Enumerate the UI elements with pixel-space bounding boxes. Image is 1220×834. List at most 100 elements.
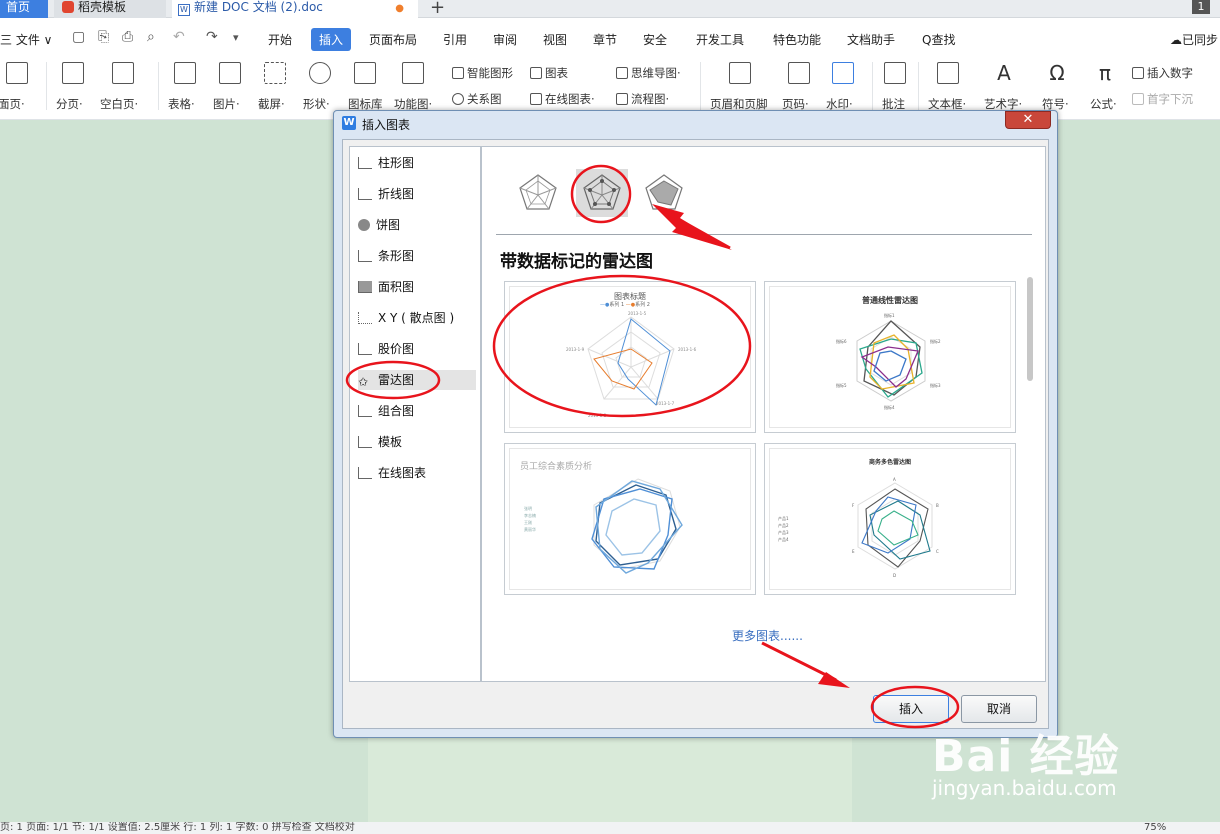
chart-category-list: 柱形图 折线图 饼图 条形图 面积图 X Y ( 散点图 ) 股价图 ✩ 雷达图 …: [349, 146, 481, 682]
subtype-radar[interactable]: [512, 169, 564, 217]
drop-cap-button[interactable]: 首字下沉: [1132, 91, 1193, 107]
menu-page-layout[interactable]: 页面布局: [369, 31, 417, 48]
header-footer-button[interactable]: 页眉和页脚: [710, 62, 768, 111]
file-menu[interactable]: 三 文件 ∨: [0, 31, 52, 48]
scrollbar-thumb[interactable]: [1027, 277, 1033, 381]
menu-reference[interactable]: 引用: [443, 31, 467, 48]
radar-with-markers-subtype-icon: [583, 174, 621, 210]
radar-thumbnail-chart: [857, 482, 933, 570]
cover-page-button[interactable]: 面页·: [0, 62, 34, 111]
menu-doc-assistant[interactable]: 文档助手: [847, 31, 895, 48]
tab-daoke-label: 稻壳模板: [78, 0, 127, 14]
menu-insert[interactable]: 插入: [311, 28, 352, 51]
icon-library-button[interactable]: 图标库: [348, 62, 383, 111]
chart-button[interactable]: 图表: [530, 65, 568, 81]
stock-chart-icon: [358, 343, 372, 355]
shapes-label: 形状·: [303, 97, 330, 111]
insert-button[interactable]: 插入: [873, 695, 949, 723]
category-column[interactable]: 柱形图: [358, 153, 476, 173]
page-number-button[interactable]: 页码·: [782, 62, 816, 111]
thumbnail-frame: 普通线性雷达图 指标1 指标2 指标3 指标4 指标5 指标6: [769, 286, 1011, 428]
flowchart-icon: [616, 93, 628, 105]
quick-access-dropdown-icon[interactable]: ▾: [233, 31, 239, 44]
redo-icon[interactable]: ↷: [206, 29, 218, 45]
more-charts-link[interactable]: 更多图表......: [732, 627, 803, 644]
separator: [872, 62, 873, 110]
undo-icon[interactable]: ↶: [173, 29, 185, 45]
menu-features[interactable]: 特色功能: [773, 31, 821, 48]
menu-review[interactable]: 审阅: [493, 31, 517, 48]
category-template[interactable]: 模板: [358, 432, 476, 452]
template-thumbnail-4[interactable]: 商务多色雷达图 产品1 产品2 产品3 产品4 A B C D E F: [764, 443, 1016, 595]
flowchart-label: 流程图·: [631, 92, 670, 106]
category-scatter[interactable]: X Y ( 散点图 ): [358, 308, 476, 328]
page-break-button[interactable]: 分页·: [56, 62, 90, 111]
picture-button[interactable]: 图片·: [213, 62, 247, 111]
tab-document[interactable]: W 新建 DOC 文档 (2).doc ●: [172, 0, 418, 18]
category-bar[interactable]: 条形图: [358, 246, 476, 266]
tab-home[interactable]: 首页: [0, 0, 48, 18]
cloud-sync-status[interactable]: ☁已同步: [1170, 31, 1218, 48]
category-stock[interactable]: 股价图: [358, 339, 476, 359]
shapes-button[interactable]: 形状·: [303, 62, 337, 111]
category-label: 组合图: [378, 404, 415, 418]
column-chart-icon: [358, 157, 372, 169]
category-line[interactable]: 折线图: [358, 184, 476, 204]
template-thumbnail-3[interactable]: 员工综合素质分析 张明 李志楠 王刚 黄丽华: [504, 443, 756, 595]
template-thumbnail-2[interactable]: 普通线性雷达图 指标1 指标2 指标3 指标4 指标5 指标6: [764, 281, 1016, 433]
symbol-button[interactable]: Ω 符号·: [1040, 62, 1074, 111]
close-button[interactable]: ✕: [1005, 111, 1051, 129]
smart-graphic-button[interactable]: 智能图形: [452, 65, 513, 81]
search-button[interactable]: Q查找: [922, 31, 955, 48]
category-label: 在线图表: [378, 466, 427, 480]
wordart-icon: A: [997, 61, 1011, 85]
comment-button[interactable]: 批注: [880, 62, 910, 111]
combo-chart-icon: [358, 405, 372, 417]
screenshot-button[interactable]: 截屏·: [258, 62, 292, 111]
category-pie[interactable]: 饼图: [358, 215, 476, 235]
mind-map-icon: [616, 67, 628, 79]
template-thumbnail-1[interactable]: 图表标题 —●系列 1 —●系列 2 2013-1-5 2013-1-6 201…: [504, 281, 756, 433]
relation-chart-button[interactable]: 关系图: [452, 91, 502, 107]
category-radar[interactable]: ✩ 雷达图: [358, 370, 476, 390]
menu-developer[interactable]: 开发工具: [696, 31, 744, 48]
axis-label: B: [936, 503, 939, 508]
preview-icon[interactable]: ⌕: [147, 29, 155, 45]
menu-start[interactable]: 开始: [268, 31, 292, 48]
watermark-url: jingyan.baidu.com: [932, 776, 1117, 800]
filled-radar-subtype-icon: [645, 174, 683, 210]
table-button[interactable]: 表格·: [168, 62, 202, 111]
new-tab-button[interactable]: +: [430, 0, 445, 18]
export-icon[interactable]: ⎘: [98, 29, 109, 45]
zoom-level[interactable]: 75%: [1144, 823, 1166, 833]
watermark-button[interactable]: 水印·: [826, 62, 860, 111]
axis-label: A: [893, 477, 896, 482]
chart-label: 图表: [545, 66, 568, 80]
category-combo[interactable]: 组合图: [358, 401, 476, 421]
subtype-filled-radar[interactable]: [638, 169, 690, 217]
menu-view[interactable]: 视图: [543, 31, 567, 48]
function-chart-button[interactable]: 功能图·: [394, 62, 432, 111]
menu-security[interactable]: 安全: [643, 31, 667, 48]
save-icon[interactable]: ▢: [72, 29, 85, 45]
blank-page-button[interactable]: 空白页·: [100, 62, 140, 111]
wordart-button[interactable]: A 艺术字·: [984, 61, 1024, 111]
area-chart-icon: [358, 281, 372, 293]
insert-number-button[interactable]: 插入数字: [1132, 65, 1193, 81]
print-icon[interactable]: ⎙: [122, 29, 133, 45]
textbox-button[interactable]: 文本框·: [928, 62, 968, 111]
formula-button[interactable]: π 公式·: [1088, 62, 1122, 111]
baidu-jingyan-watermark: Bai 经验 jingyan.baidu.com: [932, 720, 1120, 800]
axis-label: 指标1: [884, 313, 895, 318]
mind-map-button[interactable]: 思维导图·: [616, 65, 681, 81]
tab-bar: 首页 稻壳模板 W 新建 DOC 文档 (2).doc ● + 1: [0, 0, 1220, 18]
subtype-radar-with-markers[interactable]: [576, 169, 628, 217]
menu-chapter[interactable]: 章节: [593, 31, 617, 48]
category-online[interactable]: 在线图表: [358, 463, 476, 483]
dialog-body: 柱形图 折线图 饼图 条形图 面积图 X Y ( 散点图 ) 股价图 ✩ 雷达图 …: [342, 139, 1049, 729]
tab-daoke-templates[interactable]: 稻壳模板: [54, 0, 166, 18]
online-chart-button[interactable]: 在线图表·: [530, 91, 595, 107]
cancel-button[interactable]: 取消: [961, 695, 1037, 723]
category-area[interactable]: 面积图: [358, 277, 476, 297]
flowchart-button[interactable]: 流程图·: [616, 91, 669, 107]
